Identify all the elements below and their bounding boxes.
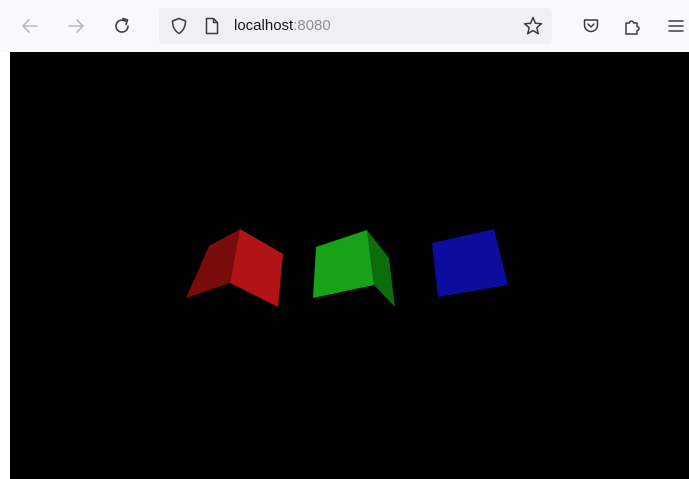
- puzzle-icon: [625, 20, 640, 35]
- reload-icon: [115, 17, 129, 33]
- arrow-left-icon: [22, 19, 38, 33]
- green-cube-front-face: [313, 230, 374, 298]
- star-icon[interactable]: [522, 15, 544, 37]
- reload-button[interactable]: [108, 12, 136, 40]
- green-cube: [313, 230, 395, 307]
- red-cube-right-face: [230, 229, 283, 307]
- webgl-canvas[interactable]: [10, 52, 689, 479]
- forward-button[interactable]: [62, 12, 90, 40]
- red-cube: [186, 229, 283, 307]
- url-port: :8080: [293, 17, 331, 34]
- browser-window: localhost:8080: [0, 0, 689, 479]
- url-bar[interactable]: localhost:8080: [159, 8, 552, 44]
- red-cube-left-face: [186, 229, 240, 298]
- pocket-button[interactable]: [577, 12, 605, 40]
- url-host: localhost: [234, 17, 294, 34]
- back-button[interactable]: [16, 12, 44, 40]
- pocket-icon: [583, 19, 599, 33]
- scene: [186, 229, 508, 307]
- hamburger-menu-icon: [668, 20, 684, 32]
- url-text[interactable]: localhost:8080: [234, 17, 331, 35]
- page-icon[interactable]: [203, 17, 221, 35]
- extensions-button[interactable]: [619, 12, 647, 40]
- blue-cube: [432, 229, 508, 297]
- arrow-right-icon: [68, 19, 84, 33]
- blue-cube-front-face: [432, 229, 508, 297]
- menu-button[interactable]: [661, 12, 689, 40]
- shield-icon[interactable]: [170, 17, 188, 35]
- browser-toolbar: localhost:8080: [0, 0, 689, 52]
